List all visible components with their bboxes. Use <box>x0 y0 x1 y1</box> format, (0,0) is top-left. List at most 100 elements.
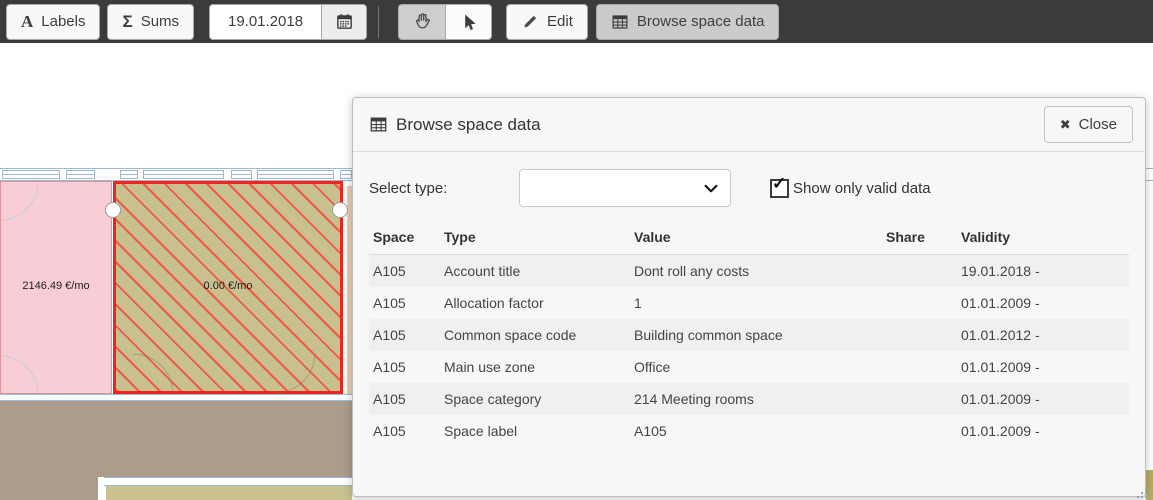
table-cell <box>882 351 957 383</box>
table-cell: 214 Meeting rooms <box>630 383 882 415</box>
table-body: A105Account titleDont roll any costs19.0… <box>369 255 1129 448</box>
select-type-label: Select type: <box>369 180 519 197</box>
table-cell: 19.01.2018 - <box>957 255 1129 288</box>
window-segment <box>340 170 352 179</box>
show-valid-data-toggle[interactable]: ✓ Show only valid data <box>770 179 931 198</box>
table-cell: A105 <box>369 287 440 319</box>
show-valid-data-label: Show only valid data <box>793 180 931 197</box>
table-row[interactable]: A105Account titleDont roll any costs 19.0… <box>369 255 1129 288</box>
table-cell <box>882 415 957 447</box>
selection-handle-right[interactable] <box>332 202 348 218</box>
room-right-edge-sliver <box>1146 470 1153 500</box>
show-valid-data-checkbox[interactable]: ✓ <box>770 179 789 198</box>
corridor-lower-left <box>0 477 98 500</box>
space-data-table: SpaceTypeValueShareValidity A105Account … <box>369 220 1129 447</box>
dialog-title-text: Browse space data <box>396 115 541 135</box>
window-segment <box>2 170 60 179</box>
wall-bottom-rooms <box>0 394 352 401</box>
resize-grip-icon[interactable] <box>1137 488 1139 490</box>
table-cell: Account title <box>440 255 630 288</box>
date-input[interactable] <box>209 4 321 40</box>
column-header: Space <box>369 220 440 255</box>
labels-button[interactable]: A Labels <box>6 4 100 40</box>
chevron-down-icon <box>702 180 720 198</box>
room-pink-cost-label: 2146.49 €/mo <box>0 280 112 292</box>
table-cell: Space label <box>440 415 630 447</box>
window-segment <box>231 170 252 179</box>
table-icon <box>369 115 388 134</box>
window-segment <box>143 170 224 179</box>
toolbar-separator <box>378 6 379 38</box>
browse-space-data-dialog: Browse space data ✖ Close Select type: ✓… <box>352 97 1146 497</box>
table-row[interactable]: A105Main use zoneOffice01.01.2009 - <box>369 351 1129 383</box>
hand-icon <box>412 11 433 32</box>
room-bottom[interactable] <box>106 486 352 500</box>
table-cell: 01.01.2009 - <box>957 383 1129 415</box>
filter-row: Select type: ✓ Show only valid data <box>369 168 1129 208</box>
table-cell: 01.01.2009 - <box>957 351 1129 383</box>
pan-tool-button[interactable] <box>398 4 445 40</box>
corridor[interactable] <box>0 401 352 477</box>
browse-space-data-button[interactable]: Browse space data <box>596 4 780 40</box>
table-cell: Office <box>630 351 882 383</box>
column-header: Value <box>630 220 882 255</box>
column-header: Share <box>882 220 957 255</box>
pencil-icon <box>521 13 539 31</box>
table-cell: Space category <box>440 383 630 415</box>
close-icon: ✖ <box>1060 117 1071 133</box>
table-row[interactable]: A105Space category214 Meeting rooms 01.01… <box>369 383 1129 415</box>
table-cell: A105 <box>369 255 440 288</box>
calendar-button[interactable] <box>321 4 367 40</box>
close-button[interactable]: ✖ Close <box>1044 106 1133 143</box>
type-select[interactable] <box>519 169 731 207</box>
labels-a-icon: A <box>21 13 33 30</box>
table-cell: 1 <box>630 287 882 319</box>
table-cell: A105 <box>369 415 440 447</box>
calendar-icon <box>335 12 354 31</box>
window-segment <box>66 170 95 179</box>
column-header: Validity <box>957 220 1129 255</box>
table-cell <box>882 319 957 351</box>
table-row[interactable]: A105Allocation factor1 01.01.2009 - <box>369 287 1129 319</box>
table-cell <box>882 383 957 415</box>
sums-button[interactable]: Σ Sums <box>107 4 194 40</box>
table-header-row: SpaceTypeValueShareValidity <box>369 220 1129 255</box>
table-cell: A105 <box>369 351 440 383</box>
table-cell: Dont roll any costs <box>630 255 882 288</box>
table-cell: A105 <box>630 415 882 447</box>
pointer-tool-group <box>398 4 492 40</box>
table-cell <box>882 255 957 288</box>
date-control <box>209 4 367 40</box>
table-cell: Allocation factor <box>440 287 630 319</box>
wall-right-sliver <box>1146 168 1153 181</box>
select-tool-button[interactable] <box>445 4 492 40</box>
close-button-label: Close <box>1079 116 1117 133</box>
table-icon <box>611 13 629 31</box>
check-icon: ✓ <box>772 174 786 194</box>
table-row[interactable]: A105Space labelA105 01.01.2009 - <box>369 415 1129 447</box>
edit-button-label: Edit <box>547 13 573 30</box>
table-cell: 01.01.2009 - <box>957 287 1129 319</box>
table-cell: 01.01.2009 - <box>957 415 1129 447</box>
labels-button-label: Labels <box>41 13 85 30</box>
edit-button[interactable]: Edit <box>506 4 588 40</box>
column-header: Type <box>440 220 630 255</box>
table-cell: 01.01.2012 - <box>957 319 1129 351</box>
sums-button-label: Sums <box>141 13 179 30</box>
table-cell: Building common space <box>630 319 882 351</box>
table-cell: Common space code <box>440 319 630 351</box>
dialog-header: Browse space data ✖ Close <box>353 98 1145 152</box>
cursor-arrow-icon <box>459 12 479 32</box>
toolbar: A Labels Σ Sums <box>0 0 1153 43</box>
dialog-title: Browse space data <box>369 115 541 135</box>
window-segment <box>257 170 334 179</box>
table-cell: A105 <box>369 319 440 351</box>
wall-bottom-room-top <box>104 477 352 486</box>
table-row[interactable]: A105Common space codeBuilding common spa… <box>369 319 1129 351</box>
sigma-icon: Σ <box>122 13 132 30</box>
selection-handle-left[interactable] <box>105 202 121 218</box>
table-cell <box>882 287 957 319</box>
table-cell: A105 <box>369 383 440 415</box>
dialog-body: Select type: ✓ Show only valid data Spac… <box>353 152 1145 463</box>
window-segment <box>120 170 138 179</box>
